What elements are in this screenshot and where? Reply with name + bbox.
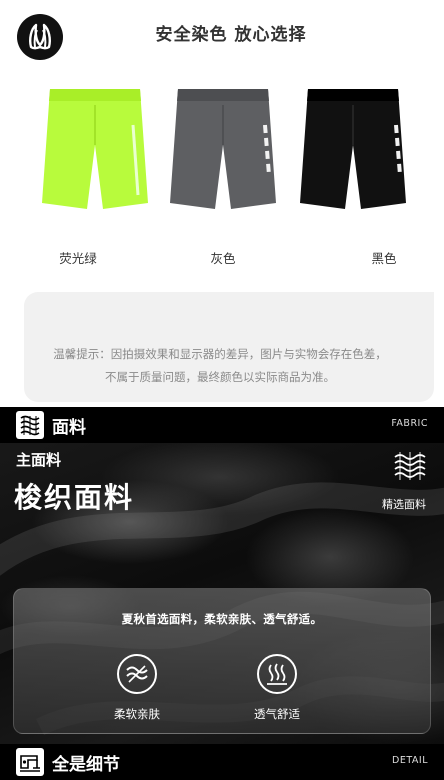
color-options-section: 安全染色 放心选择 荧光绿 灰色 黑色 温馨提示：因拍摄效果和显示器的差异，图片… bbox=[0, 0, 444, 407]
color-label-gray: 灰色 bbox=[210, 251, 236, 266]
note-text: 温馨提示：因拍摄效果和显示器的差异，图片与实物会存在色差，不属于质量问题，最终颜… bbox=[53, 347, 387, 384]
breathable-icon bbox=[257, 654, 297, 694]
feature-label-breathable: 透气舒适 bbox=[254, 707, 300, 721]
fabric-bar-title: 面料 bbox=[52, 418, 86, 438]
page-headline: 安全染色 放心选择 bbox=[155, 25, 307, 45]
soft-skin-icon bbox=[117, 654, 157, 694]
product-image-black[interactable] bbox=[298, 85, 408, 213]
product-image-neon-green[interactable] bbox=[40, 85, 150, 213]
detail-bar-title: 全是细节 bbox=[52, 755, 120, 775]
fabric-subtitle: 主面料 bbox=[16, 451, 62, 469]
sewing-machine-icon bbox=[16, 748, 44, 776]
select-fabric-label: 精选面料 bbox=[382, 498, 426, 511]
fabric-bar-english: FABRIC bbox=[391, 418, 428, 429]
detail-bar-english: DETAIL bbox=[392, 755, 428, 766]
fabric-title: 梭织面料 bbox=[14, 481, 135, 514]
fabric-icon bbox=[16, 411, 44, 439]
fabric-header-bar: 面料 FABRIC bbox=[0, 407, 444, 443]
fabric-wave-icon bbox=[392, 448, 430, 490]
product-image-gray[interactable] bbox=[168, 85, 278, 213]
fabric-description: 夏秋首选面料，柔软亲肤、透气舒适。 bbox=[121, 612, 323, 626]
feature-label-soft: 柔软亲肤 bbox=[114, 707, 160, 721]
color-label-neon-green: 荧光绿 bbox=[59, 251, 97, 266]
detail-header-bar: 全是细节 DETAIL bbox=[0, 744, 444, 780]
color-label-black: 黑色 bbox=[371, 251, 397, 266]
fabric-info-card bbox=[13, 588, 431, 734]
